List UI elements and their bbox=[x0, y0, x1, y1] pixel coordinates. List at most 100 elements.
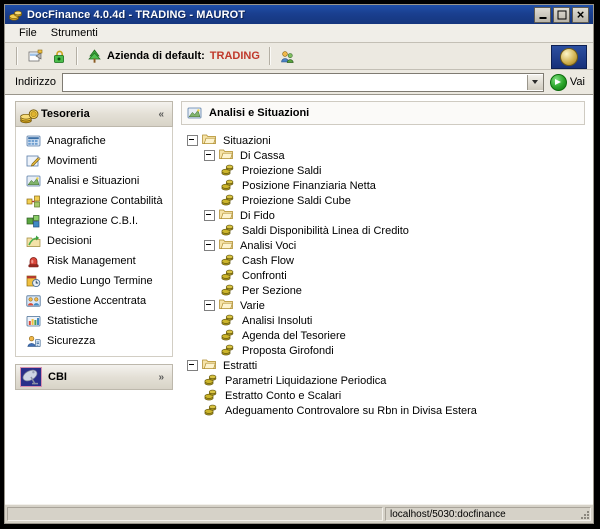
tree-node-leaf[interactable]: Proiezione Saldi bbox=[187, 163, 585, 178]
sidebar-panel-header-tesoreria[interactable]: Tesoreria « bbox=[15, 101, 173, 127]
minimize-button[interactable] bbox=[534, 6, 551, 23]
address-input[interactable] bbox=[62, 74, 527, 90]
sidebar-panel-title: Tesoreria bbox=[41, 108, 90, 120]
application-logo bbox=[551, 45, 587, 69]
collapse-toggle-icon[interactable] bbox=[187, 135, 198, 146]
tree-node-leaf[interactable]: Adeguamento Controvalore su Rbn in Divis… bbox=[187, 403, 585, 418]
tree-node-folder[interactable]: Situazioni bbox=[187, 133, 585, 148]
tree-node-label: Proposta Girofondi bbox=[242, 344, 334, 357]
client-area: Tesoreria « Anagrafiche Movimenti Analis… bbox=[5, 95, 593, 504]
address-combobox[interactable] bbox=[61, 72, 544, 92]
collapse-toggle-icon[interactable] bbox=[204, 210, 215, 221]
sidebar-item-label: Integrazione C.B.I. bbox=[47, 215, 139, 227]
tree-node-leaf[interactable]: Analisi Insoluti bbox=[187, 313, 585, 328]
toolbar-separator bbox=[16, 47, 18, 65]
security-user-icon bbox=[26, 334, 41, 349]
sidebar-panel-cbi: CBI » bbox=[15, 364, 173, 390]
sidebar-item-label: Integrazione Contabilità bbox=[47, 195, 163, 207]
navigation-tree: Situazioni Di Cassa Proiezione Saldi Pos… bbox=[181, 133, 585, 418]
chevron-down-icon[interactable]: » bbox=[158, 372, 172, 383]
status-left bbox=[7, 507, 383, 521]
coins-icon bbox=[9, 8, 23, 22]
new-document-button[interactable] bbox=[23, 45, 47, 68]
go-button-label: Vai bbox=[569, 76, 585, 88]
sidebar-item-statistiche[interactable]: Statistiche bbox=[16, 311, 172, 331]
chevron-down-icon[interactable] bbox=[526, 74, 543, 90]
sidebar-item-medio-lungo-termine[interactable]: Medio Lungo Termine bbox=[16, 271, 172, 291]
collapse-toggle-icon[interactable] bbox=[204, 240, 215, 251]
sidebar-item-risk-management[interactable]: Risk Management bbox=[16, 251, 172, 271]
tree-node-label: Varie bbox=[240, 299, 265, 312]
red-siren-icon bbox=[26, 254, 41, 269]
menu-strumenti[interactable]: Strumenti bbox=[44, 26, 105, 40]
tree-node-folder[interactable]: Di Cassa bbox=[187, 148, 585, 163]
bar-chart-icon bbox=[26, 314, 41, 329]
sidebar-item-sicurezza[interactable]: Sicurezza bbox=[16, 331, 172, 351]
tree-node-leaf[interactable]: Per Sezione bbox=[187, 283, 585, 298]
tree-node-folder[interactable]: Estratti bbox=[187, 358, 585, 373]
globe-icon bbox=[560, 48, 578, 66]
users-button[interactable] bbox=[276, 45, 300, 68]
tree-node-leaf[interactable]: Saldi Disponibilità Linea di Credito bbox=[187, 223, 585, 238]
coins-leaf-icon bbox=[221, 178, 236, 193]
coins-leaf-icon bbox=[221, 328, 236, 343]
tree-node-leaf[interactable]: Agenda del Tesoriere bbox=[187, 328, 585, 343]
sidebar-item-integrazione-cbi[interactable]: Integrazione C.B.I. bbox=[16, 211, 172, 231]
tree-node-folder[interactable]: Analisi Voci bbox=[187, 238, 585, 253]
tree-node-leaf[interactable]: Proposta Girofondi bbox=[187, 343, 585, 358]
sidebar: Tesoreria « Anagrafiche Movimenti Analis… bbox=[5, 95, 179, 504]
tree-node-leaf[interactable]: Cash Flow bbox=[187, 253, 585, 268]
tree-node-leaf[interactable]: Confronti bbox=[187, 268, 585, 283]
collapse-toggle-icon[interactable] bbox=[204, 300, 215, 311]
folder-open-icon bbox=[219, 208, 234, 223]
go-button[interactable]: Vai bbox=[548, 73, 587, 91]
coins-leaf-icon bbox=[221, 193, 236, 208]
tree-node-label: Estratti bbox=[223, 359, 258, 372]
go-arrow-icon bbox=[549, 73, 567, 91]
people-blue-icon bbox=[26, 294, 41, 309]
menu-file[interactable]: File bbox=[12, 26, 44, 40]
maximize-button[interactable] bbox=[553, 6, 570, 23]
sidebar-item-anagrafiche[interactable]: Anagrafiche bbox=[16, 131, 172, 151]
tree-node-leaf[interactable]: Estratto Conto e Scalari bbox=[187, 388, 585, 403]
chart-picture-icon bbox=[187, 106, 202, 121]
sidebar-item-decisioni[interactable]: Decisioni bbox=[16, 231, 172, 251]
sidebar-panel-title: CBI bbox=[48, 371, 67, 383]
resize-grip[interactable] bbox=[579, 509, 589, 519]
tree-node-leaf[interactable]: Proiezione Saldi Cube bbox=[187, 193, 585, 208]
folder-open-icon bbox=[219, 238, 234, 253]
close-button[interactable] bbox=[572, 6, 589, 23]
green-padlock-icon bbox=[52, 49, 67, 64]
collapse-toggle-icon[interactable] bbox=[187, 360, 198, 371]
folder-open-icon bbox=[202, 133, 217, 148]
window-title: DocFinance 4.0.4d - TRADING - MAUROT bbox=[27, 8, 246, 21]
grid-blue-icon bbox=[26, 134, 41, 149]
application-window: DocFinance 4.0.4d - TRADING - MAUROT Fil… bbox=[4, 4, 594, 524]
coins-leaf-icon bbox=[221, 268, 236, 283]
tree-node-label: Agenda del Tesoriere bbox=[242, 329, 346, 342]
coins-leaf-icon bbox=[221, 343, 236, 358]
sidebar-item-label: Analisi e Situazioni bbox=[47, 175, 140, 187]
tree-node-leaf[interactable]: Posizione Finanziaria Netta bbox=[187, 178, 585, 193]
sidebar-panel-header-cbi[interactable]: CBI » bbox=[15, 364, 173, 390]
default-company-indicator: Azienda di default: TRADING bbox=[83, 48, 264, 64]
coins-stack-icon bbox=[20, 107, 39, 123]
tree-node-label: Analisi Voci bbox=[240, 239, 297, 252]
tree-node-folder[interactable]: Di Fido bbox=[187, 208, 585, 223]
tree-node-label: Proiezione Saldi bbox=[242, 164, 322, 177]
default-company-value: TRADING bbox=[209, 50, 260, 62]
tree-node-label: Confronti bbox=[242, 269, 287, 282]
sidebar-item-movimenti[interactable]: Movimenti bbox=[16, 151, 172, 171]
tree-node-label: Estratto Conto e Scalari bbox=[225, 389, 342, 402]
tree-node-leaf[interactable]: Parametri Liquidazione Periodica bbox=[187, 373, 585, 388]
pencil-edit-icon bbox=[26, 154, 41, 169]
two-people-icon bbox=[280, 49, 295, 64]
sidebar-item-integrazione-contabilita[interactable]: Integrazione Contabilità bbox=[16, 191, 172, 211]
coins-leaf-icon bbox=[221, 313, 236, 328]
collapse-toggle-icon[interactable] bbox=[204, 150, 215, 161]
sidebar-item-analisi-e-situazioni[interactable]: Analisi e Situazioni bbox=[16, 171, 172, 191]
lock-button[interactable] bbox=[47, 45, 71, 68]
tree-node-folder[interactable]: Varie bbox=[187, 298, 585, 313]
chevron-up-icon[interactable]: « bbox=[158, 109, 172, 120]
sidebar-item-gestione-accentrata[interactable]: Gestione Accentrata bbox=[16, 291, 172, 311]
